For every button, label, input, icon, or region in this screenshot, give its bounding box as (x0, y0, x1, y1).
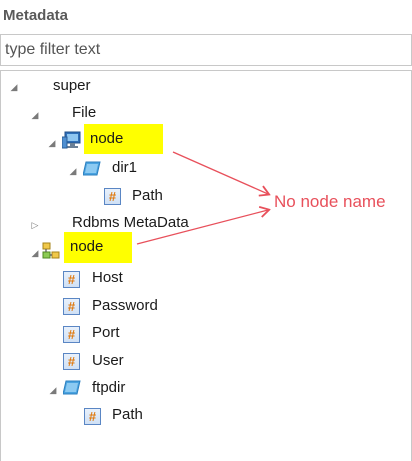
hash-icon: # (63, 353, 80, 370)
hash-icon: # (104, 188, 121, 205)
tree-item-ftpdir[interactable]: ftpdir (92, 378, 125, 398)
tree-item-port[interactable]: Port (92, 323, 120, 343)
panel-title: Metadata (3, 7, 69, 24)
hash-icon: # (63, 271, 80, 288)
expand-triangle-icon[interactable]: ◢ (9, 82, 19, 92)
folder-icon (62, 379, 81, 397)
hash-icon: # (63, 326, 80, 343)
expand-triangle-icon[interactable]: ◢ (30, 248, 40, 258)
tree-item-super[interactable]: super (53, 76, 91, 96)
hash-icon: # (63, 298, 80, 315)
collapse-triangle-icon[interactable]: ▷ (30, 220, 40, 230)
tree-item-path[interactable]: Path (132, 186, 163, 206)
expand-triangle-icon[interactable]: ◢ (47, 138, 57, 148)
expand-triangle-icon[interactable]: ◢ (48, 385, 58, 395)
tree-item-file[interactable]: File (72, 103, 96, 123)
annotation-label: No node name (274, 192, 386, 211)
expand-triangle-icon[interactable]: ◢ (68, 166, 78, 176)
tree-item-node[interactable]: node (64, 232, 132, 263)
folder-icon (82, 160, 101, 178)
tree-item-user[interactable]: User (92, 351, 124, 371)
tree-item-dir1[interactable]: dir1 (112, 158, 137, 178)
expand-triangle-icon[interactable]: ◢ (30, 110, 40, 120)
tree-item-rdbms-metadata[interactable]: Rdbms MetaData (72, 213, 189, 233)
tree-item-host[interactable]: Host (92, 268, 123, 288)
metadata-tree[interactable] (0, 70, 412, 461)
tree-item-password[interactable]: Password (92, 296, 158, 316)
tree-item-path[interactable]: Path (112, 405, 143, 425)
computer-icon (61, 131, 81, 149)
network-node-icon (42, 242, 60, 260)
filter-input[interactable]: type filter text (0, 34, 412, 66)
hash-icon: # (84, 408, 101, 425)
tree-item-node[interactable]: node (84, 124, 163, 154)
